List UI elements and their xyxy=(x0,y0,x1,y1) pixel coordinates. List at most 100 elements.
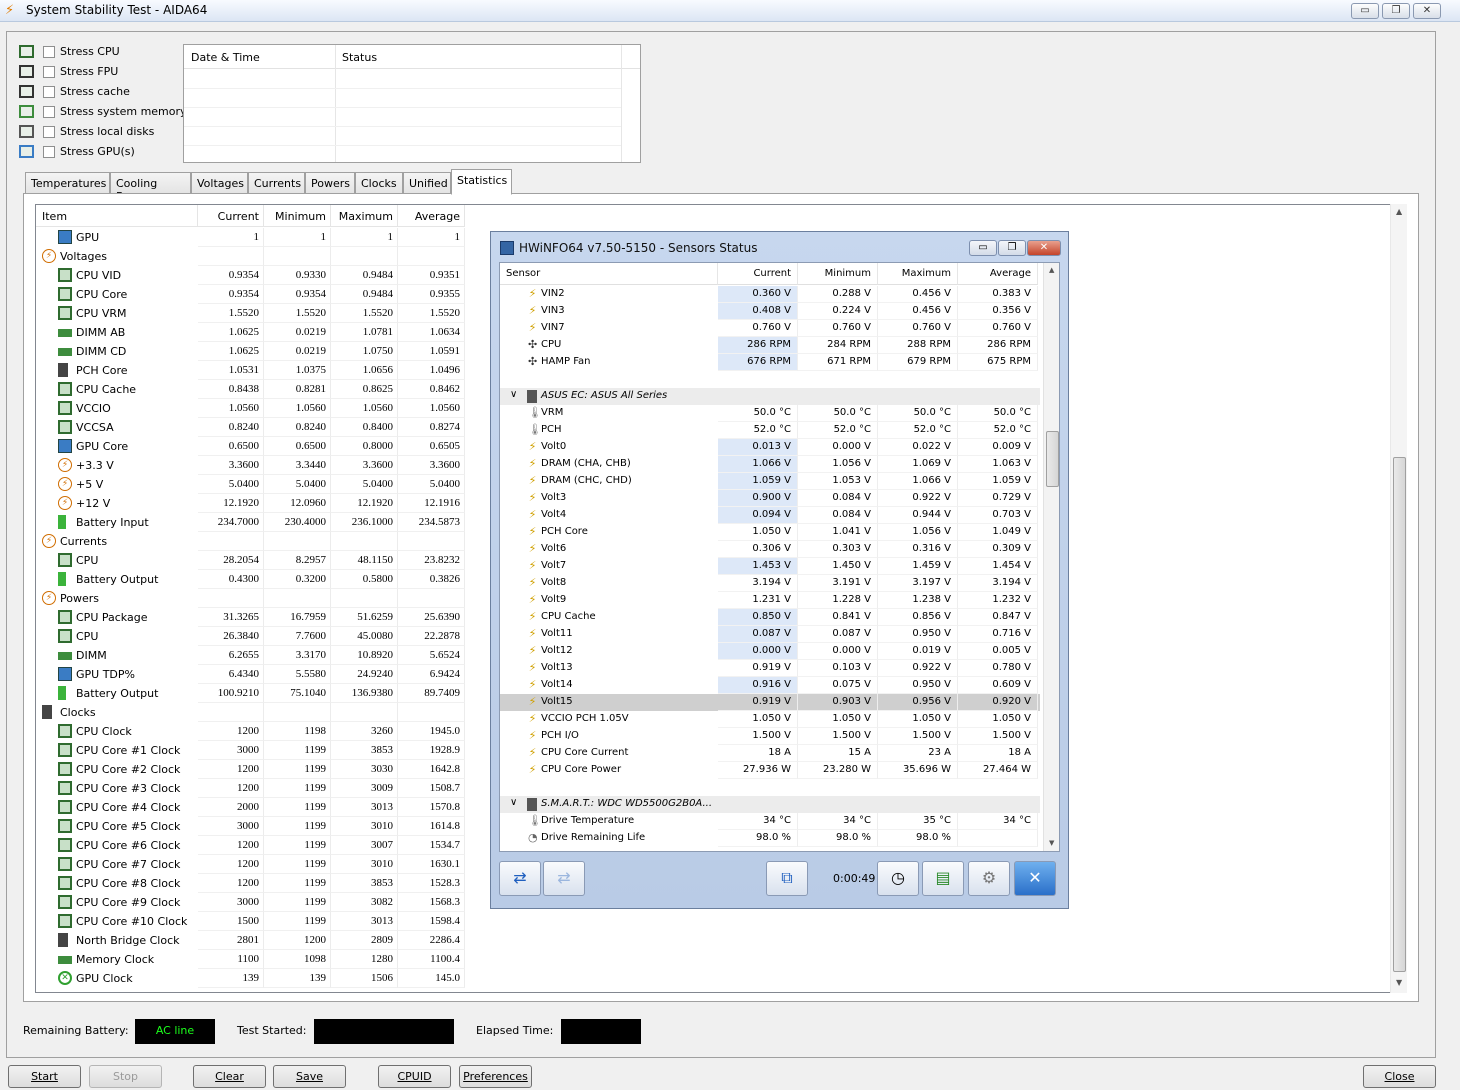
stress-checkbox[interactable] xyxy=(43,146,55,158)
sensor-row[interactable]: 🌡 VRM 50.0 °C 50.0 °C 50.0 °C 50.0 °C xyxy=(500,405,1040,422)
sensor-row[interactable]: ⚡ VIN3 0.408 V 0.224 V 0.456 V 0.356 V xyxy=(500,303,1040,320)
statistics-scrollbar[interactable]: ▲ ▼ xyxy=(1390,204,1407,993)
stress-checkbox[interactable] xyxy=(43,86,55,98)
table-row[interactable]: ⚡ Powers xyxy=(36,589,466,608)
hw-col-minimum[interactable]: Minimum xyxy=(798,263,878,285)
sensor-row[interactable]: ⚡ CPU Cache 0.850 V 0.841 V 0.856 V 0.847 V xyxy=(500,609,1040,626)
table-row[interactable]: CPU Core #8 Clock 1200 1199 3853 1528.3 xyxy=(36,874,466,893)
tab-voltages[interactable]: Voltages xyxy=(191,172,248,194)
start-button[interactable]: Start xyxy=(8,1065,81,1088)
sensor-row[interactable]: 🌡 PCH 52.0 °C 52.0 °C 52.0 °C 52.0 °C xyxy=(500,422,1040,439)
sensor-row[interactable]: ⚡ Volt7 1.453 V 1.450 V 1.459 V 1.454 V xyxy=(500,558,1040,575)
col-current[interactable]: Current xyxy=(198,205,264,227)
stress-option[interactable]: Stress system memory xyxy=(19,103,189,121)
table-row[interactable]: GPU 1 1 1 1 xyxy=(36,228,466,247)
hwinfo-minimize-button[interactable]: ▭ xyxy=(969,240,997,256)
stress-checkbox[interactable] xyxy=(43,106,55,118)
sensor-row[interactable]: ⚡ Volt4 0.094 V 0.084 V 0.944 V 0.703 V xyxy=(500,507,1040,524)
col-average[interactable]: Average xyxy=(398,205,465,227)
hw-col-current[interactable]: Current xyxy=(718,263,798,285)
hwinfo-sensor-table[interactable]: Sensor Current Minimum Maximum Average ⚡… xyxy=(499,262,1060,852)
tab-unified[interactable]: Unified xyxy=(403,172,451,194)
scroll-thumb[interactable] xyxy=(1393,457,1406,972)
hwinfo-close-button[interactable]: ✕ xyxy=(1027,240,1061,256)
sensor-row[interactable]: ⚡ Volt3 0.900 V 0.084 V 0.922 V 0.729 V xyxy=(500,490,1040,507)
table-row[interactable]: CPU Core #10 Clock 1500 1199 3013 1598.4 xyxy=(36,912,466,931)
hw-col-sensor[interactable]: Sensor xyxy=(500,263,718,285)
sensor-row[interactable]: ⚡ VCCIO PCH 1.05V 1.050 V 1.050 V 1.050 V 1.0… xyxy=(500,711,1040,728)
sensor-row[interactable]: ⚡ Volt8 3.194 V 3.191 V 3.197 V 3.194 V xyxy=(500,575,1040,592)
hwinfo-restore-button[interactable]: ❐ xyxy=(998,240,1026,256)
save-button[interactable]: Save xyxy=(273,1065,346,1088)
collapse-chevron-icon[interactable]: ∨ xyxy=(510,389,517,400)
close-window-button[interactable]: ✕ xyxy=(1413,3,1441,19)
scroll-up-icon[interactable]: ▲ xyxy=(1396,207,1402,216)
hw-scroll-up-icon[interactable]: ▲ xyxy=(1049,266,1054,274)
table-row[interactable]: ✕ GPU Clock 139 139 1506 145.0 xyxy=(36,969,466,988)
hw-col-average[interactable]: Average xyxy=(958,263,1038,285)
table-row[interactable]: CPU Core #2 Clock 1200 1199 3030 1642.8 xyxy=(36,760,466,779)
sensor-row[interactable]: ⚡ CPU Core Power 27.936 W 23.280 W 35.696 W2… xyxy=(500,762,1040,779)
table-row[interactable]: CPU 28.2054 8.2957 48.1150 23.8232 xyxy=(36,551,466,570)
table-row[interactable]: GPU Core 0.6500 0.6500 0.8000 0.6505 xyxy=(36,437,466,456)
hw-scroll-down-icon[interactable]: ▼ xyxy=(1049,839,1054,847)
sensor-row[interactable]: ✣ CPU 286 RPM 284 RPM 288 RPM 286 RPM xyxy=(500,337,1040,354)
stress-checkbox[interactable] xyxy=(43,66,55,78)
stress-option[interactable]: Stress CPU xyxy=(19,43,189,61)
hw-network-button[interactable]: ⧉ xyxy=(766,861,808,896)
table-row[interactable]: CPU Core #6 Clock 1200 1199 3007 1534.7 xyxy=(36,836,466,855)
table-row[interactable]: Clocks xyxy=(36,703,466,722)
col-minimum[interactable]: Minimum xyxy=(264,205,331,227)
restore-button[interactable]: ❐ xyxy=(1382,3,1410,19)
sensor-row[interactable]: ✣ HAMP Fan 676 RPM 671 RPM 679 RPM 675 RPM xyxy=(500,354,1040,371)
table-row[interactable]: ⚡ Voltages xyxy=(36,247,466,266)
table-row[interactable]: CPU Core #1 Clock 3000 1199 3853 1928.9 xyxy=(36,741,466,760)
hwinfo-window[interactable]: HWiNFO64 v7.50-5150 - Sensors Status ▭ ❐… xyxy=(490,231,1069,909)
stress-checkbox[interactable] xyxy=(43,126,55,138)
table-row[interactable]: Battery Output 100.9210 75.1040 136.9380 89.… xyxy=(36,684,466,703)
sensor-row[interactable]: ⚡ Volt9 1.231 V 1.228 V 1.238 V 1.232 V xyxy=(500,592,1040,609)
table-row[interactable]: CPU Core #7 Clock 1200 1199 3010 1630.1 xyxy=(36,855,466,874)
table-row[interactable]: Memory Clock 1100 1098 1280 1100.4 xyxy=(36,950,466,969)
table-row[interactable]: CPU VRM 1.5520 1.5520 1.5520 1.5520 xyxy=(36,304,466,323)
stop-button[interactable]: Stop xyxy=(89,1065,162,1088)
hw-nav-arrows-disabled-button[interactable]: ⇄ xyxy=(543,861,585,896)
close-button[interactable]: Close xyxy=(1363,1065,1436,1088)
sensor-row[interactable]: ⚡ VIN7 0.760 V 0.760 V 0.760 V 0.760 V xyxy=(500,320,1040,337)
hwinfo-scrollbar[interactable]: ▲ ▼ xyxy=(1043,263,1059,851)
table-row[interactable]: ⚡ +3.3 V 3.3600 3.3440 3.3600 3.3600 xyxy=(36,456,466,475)
hw-settings-button[interactable]: ⚙ xyxy=(968,861,1010,896)
stress-option[interactable]: Stress FPU xyxy=(19,63,189,81)
minimize-button[interactable]: ▭ xyxy=(1351,3,1379,19)
table-row[interactable]: ⚡ +5 V 5.0400 5.0400 5.0400 5.0400 xyxy=(36,475,466,494)
table-row[interactable]: CPU Core #3 Clock 1200 1199 3009 1508.7 xyxy=(36,779,466,798)
tab-currents[interactable]: Currents xyxy=(248,172,305,194)
tab-statistics[interactable]: Statistics xyxy=(451,169,512,195)
table-row[interactable]: GPU TDP% 6.4340 5.5580 24.9240 6.9424 xyxy=(36,665,466,684)
table-row[interactable]: CPU VID 0.9354 0.9330 0.9484 0.9351 xyxy=(36,266,466,285)
sensor-row[interactable]: ⚡ CPU Core Current 18 A 15 A 23 A 18 A xyxy=(500,745,1040,762)
col-item[interactable]: Item xyxy=(36,205,198,227)
sensor-row[interactable]: ◔ Drive Remaining Life 98.0 % 98.0 % 98.0 % xyxy=(500,830,1040,847)
stress-checkbox[interactable] xyxy=(43,46,55,58)
table-row[interactable]: CPU Core 0.9354 0.9354 0.9484 0.9355 xyxy=(36,285,466,304)
scroll-down-icon[interactable]: ▼ xyxy=(1396,978,1402,987)
tab-powers[interactable]: Powers xyxy=(305,172,355,194)
table-row[interactable]: CPU Core #4 Clock 2000 1199 3013 1570.8 xyxy=(36,798,466,817)
sensor-row[interactable]: ⚡ Volt13 0.919 V 0.103 V 0.922 V 0.780 V xyxy=(500,660,1040,677)
sensor-row[interactable]: ⚡ DRAM (CHA, CHB) 1.066 V 1.056 V 1.069 V 1.0… xyxy=(500,456,1040,473)
table-row[interactable]: Battery Input 234.7000 230.4000 236.1000 234… xyxy=(36,513,466,532)
table-row[interactable]: DIMM 6.2655 3.3170 10.8920 5.6524 xyxy=(36,646,466,665)
preferences-button[interactable]: Preferences xyxy=(459,1065,532,1088)
sensor-row[interactable]: ⚡ Volt14 0.916 V 0.075 V 0.950 V 0.609 V xyxy=(500,677,1040,694)
table-row[interactable]: Battery Output 0.4300 0.3200 0.5800 0.3826 xyxy=(36,570,466,589)
sensor-row[interactable]: ⚡ Volt11 0.087 V 0.087 V 0.950 V 0.716 V xyxy=(500,626,1040,643)
sensor-row[interactable]: ⚡ Volt12 0.000 V 0.000 V 0.019 V 0.005 V xyxy=(500,643,1040,660)
col-maximum[interactable]: Maximum xyxy=(331,205,398,227)
sensor-row[interactable]: ⚡ Volt15 0.919 V 0.903 V 0.956 V 0.920 V xyxy=(500,694,1040,711)
table-row[interactable]: CPU Core #5 Clock 3000 1199 3010 1614.8 xyxy=(36,817,466,836)
stress-option[interactable]: Stress local disks xyxy=(19,123,189,141)
log-col-datetime[interactable]: Date & Time xyxy=(191,51,260,64)
clear-button[interactable]: Clear xyxy=(193,1065,266,1088)
sensor-row[interactable]: ⚡ VIN2 0.360 V 0.288 V 0.456 V 0.383 V xyxy=(500,286,1040,303)
